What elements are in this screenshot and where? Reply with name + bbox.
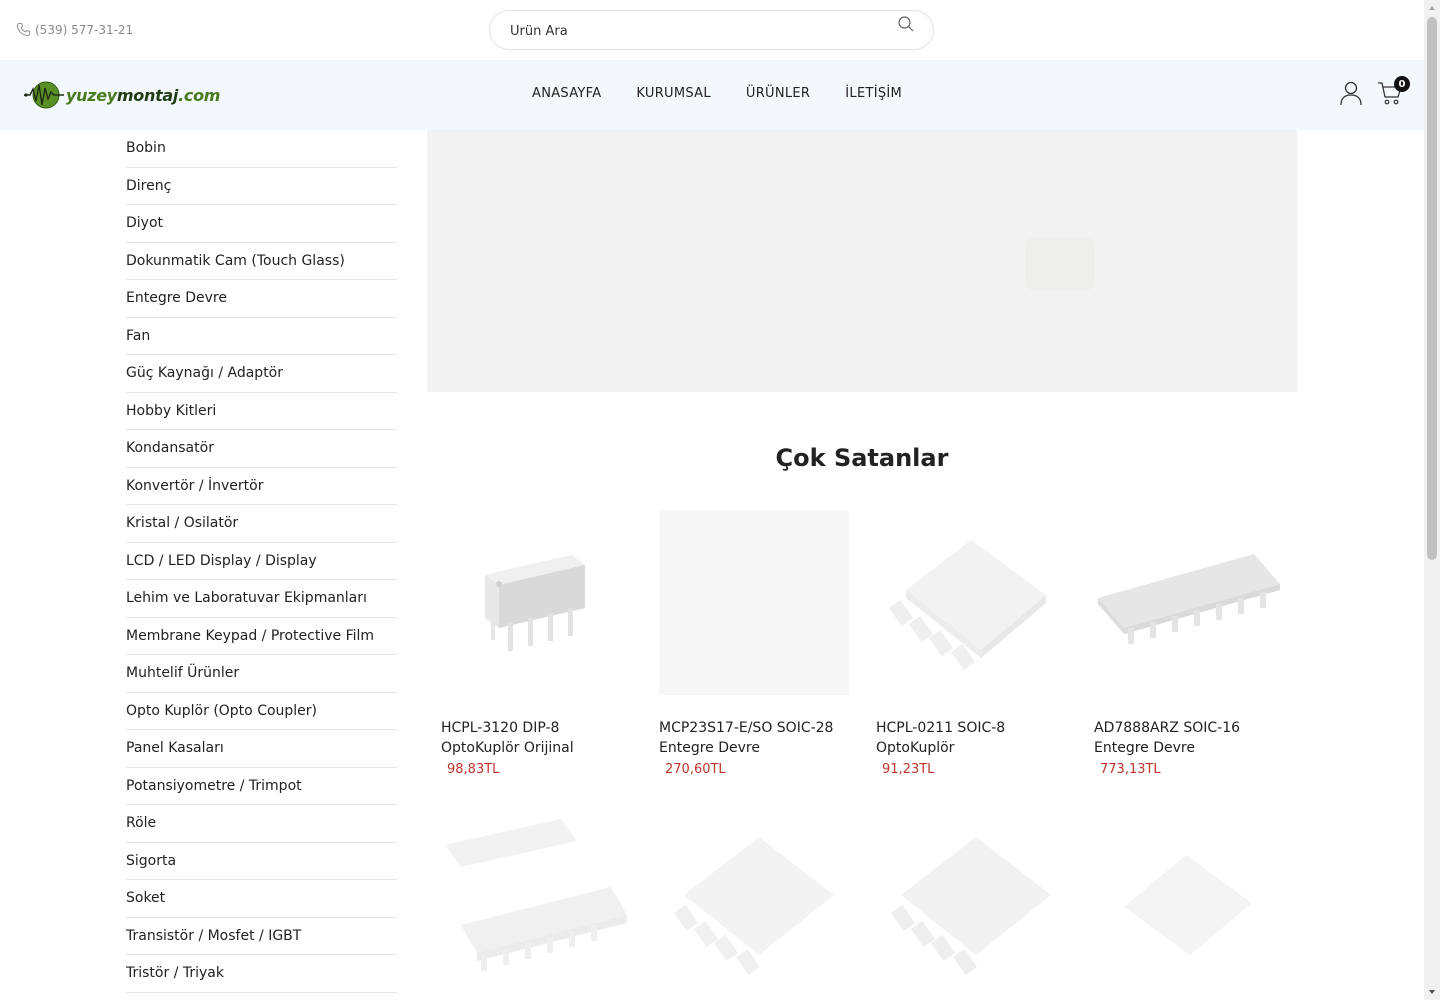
product-price: 91,23TL (882, 762, 935, 777)
category-item[interactable]: Panel Kasaları (126, 730, 397, 768)
product-image[interactable] (441, 815, 631, 1000)
category-item[interactable]: Lehim ve Laboratuvar Ekipmanları (126, 580, 397, 618)
category-item[interactable]: Diyot (126, 205, 397, 243)
soic16-chip-image (1098, 554, 1280, 644)
product-price: 270,60TL (665, 762, 726, 777)
main-nav: ANASAYFA KURUMSAL ÜRÜNLER İLETİŞİM (515, 86, 937, 101)
phone-number: (539) 577-31-21 (35, 22, 134, 37)
category-item[interactable]: Dokunmatik Cam (Touch Glass) (126, 243, 397, 280)
product-image[interactable] (1094, 510, 1284, 695)
product-name[interactable]: AD7888ARZ SOIC-16 Entegre Devre (1094, 718, 1294, 758)
category-item[interactable]: Membrane Keypad / Protective Film (126, 618, 397, 655)
category-item[interactable]: Kondansatör (126, 430, 397, 468)
category-item[interactable]: Soket (126, 880, 397, 918)
nav-link-contact[interactable]: İLETİŞİM (845, 86, 902, 101)
product-card[interactable]: MCP23S17-E/SO SOIC-28 Entegre Devre 270,… (659, 510, 849, 777)
nav-link-products[interactable]: ÜRÜNLER (746, 86, 810, 101)
logo-icon (24, 81, 64, 109)
site-logo[interactable]: yuzeymontaj.com (24, 78, 220, 112)
category-sidebar: Bobin Direnç Diyot Dokunmatik Cam (Touch… (126, 130, 397, 993)
category-item[interactable]: Röle (126, 805, 397, 843)
category-item[interactable]: Tristör / Triyak (126, 955, 397, 993)
category-item[interactable]: Konvertör / İnvertör (126, 468, 397, 505)
phone-contact[interactable]: (539) 577-31-21 (16, 22, 133, 37)
search-box (489, 10, 934, 50)
category-item[interactable]: Bobin (126, 130, 397, 168)
product-name[interactable]: HCPL-0211 SOIC-8 OptoKuplör (876, 718, 1076, 758)
product-name[interactable]: HCPL-3120 DIP-8 OptoKuplör Orijinal (441, 718, 641, 758)
product-price: 773,13TL (1100, 762, 1161, 777)
category-item[interactable]: Opto Kuplör (Opto Coupler) (126, 693, 397, 730)
soic28-chip-image (445, 819, 627, 971)
soic8-chip-image (673, 837, 834, 976)
search-input[interactable] (510, 20, 870, 42)
logo-text-part3: .com (178, 85, 221, 105)
category-item[interactable]: Hobby Kitleri (126, 393, 397, 430)
logo-text-part1: yuzey (66, 85, 117, 105)
product-image[interactable] (1094, 815, 1284, 1000)
category-item[interactable]: Sigorta (126, 843, 397, 880)
product-image[interactable] (876, 510, 1066, 695)
soic8-chip-image (888, 540, 1046, 671)
product-image[interactable] (441, 510, 631, 695)
nav-link-corporate[interactable]: KURUMSAL (636, 86, 710, 101)
top-bar: (539) 577-31-21 (0, 0, 1424, 60)
hero-banner[interactable] (427, 130, 1297, 392)
bestsellers-title: Çok Satanlar (775, 444, 949, 472)
category-item[interactable]: Entegre Devre (126, 280, 397, 318)
product-image[interactable] (876, 815, 1066, 1000)
category-item[interactable]: LCD / LED Display / Display (126, 543, 397, 580)
cart-count-badge: 0 (1394, 76, 1410, 92)
search-icon[interactable] (897, 15, 915, 33)
product-name[interactable]: MCP23S17-E/SO SOIC-28 Entegre Devre (659, 718, 859, 758)
product-image[interactable] (659, 815, 849, 1000)
page-scrollbar[interactable] (1424, 0, 1440, 1000)
category-item[interactable]: Direnç (126, 168, 397, 205)
qfp-chip-image (1124, 855, 1252, 955)
scroll-down-icon[interactable] (1424, 984, 1440, 1000)
soic8-chip-image (890, 837, 1051, 976)
category-item[interactable]: Fan (126, 318, 397, 355)
logo-text-part2: montaj (116, 85, 179, 105)
category-item[interactable]: Kristal / Osilatör (126, 505, 397, 543)
product-image[interactable] (659, 510, 849, 695)
scroll-up-icon[interactable] (1424, 0, 1440, 16)
category-item[interactable]: Güç Kaynağı / Adaptör (126, 355, 397, 393)
category-item[interactable]: Transistör / Mosfet / IGBT (126, 918, 397, 955)
nav-link-home[interactable]: ANASAYFA (532, 86, 601, 101)
account-icon[interactable] (1339, 80, 1363, 106)
product-card[interactable]: HCPL-0211 SOIC-8 OptoKuplör 91,23TL (876, 510, 1066, 777)
dip8-chip-image (485, 555, 585, 651)
banner-placeholder-image (1025, 238, 1095, 290)
category-item[interactable]: Potansiyometre / Trimpot (126, 768, 397, 805)
main-header: yuzeymontaj.com ANASAYFA KURUMSAL ÜRÜNLE… (0, 60, 1424, 130)
phone-icon (16, 22, 31, 37)
scrollbar-thumb[interactable] (1427, 17, 1437, 560)
product-price: 98,83TL (447, 762, 500, 777)
category-item[interactable]: Muhtelif Ürünler (126, 655, 397, 693)
logo-text: yuzeymontaj.com (66, 86, 220, 105)
product-card[interactable]: HCPL-3120 DIP-8 OptoKuplör Orijinal 98,8… (441, 510, 631, 777)
product-card[interactable]: AD7888ARZ SOIC-16 Entegre Devre 773,13TL (1094, 510, 1284, 777)
